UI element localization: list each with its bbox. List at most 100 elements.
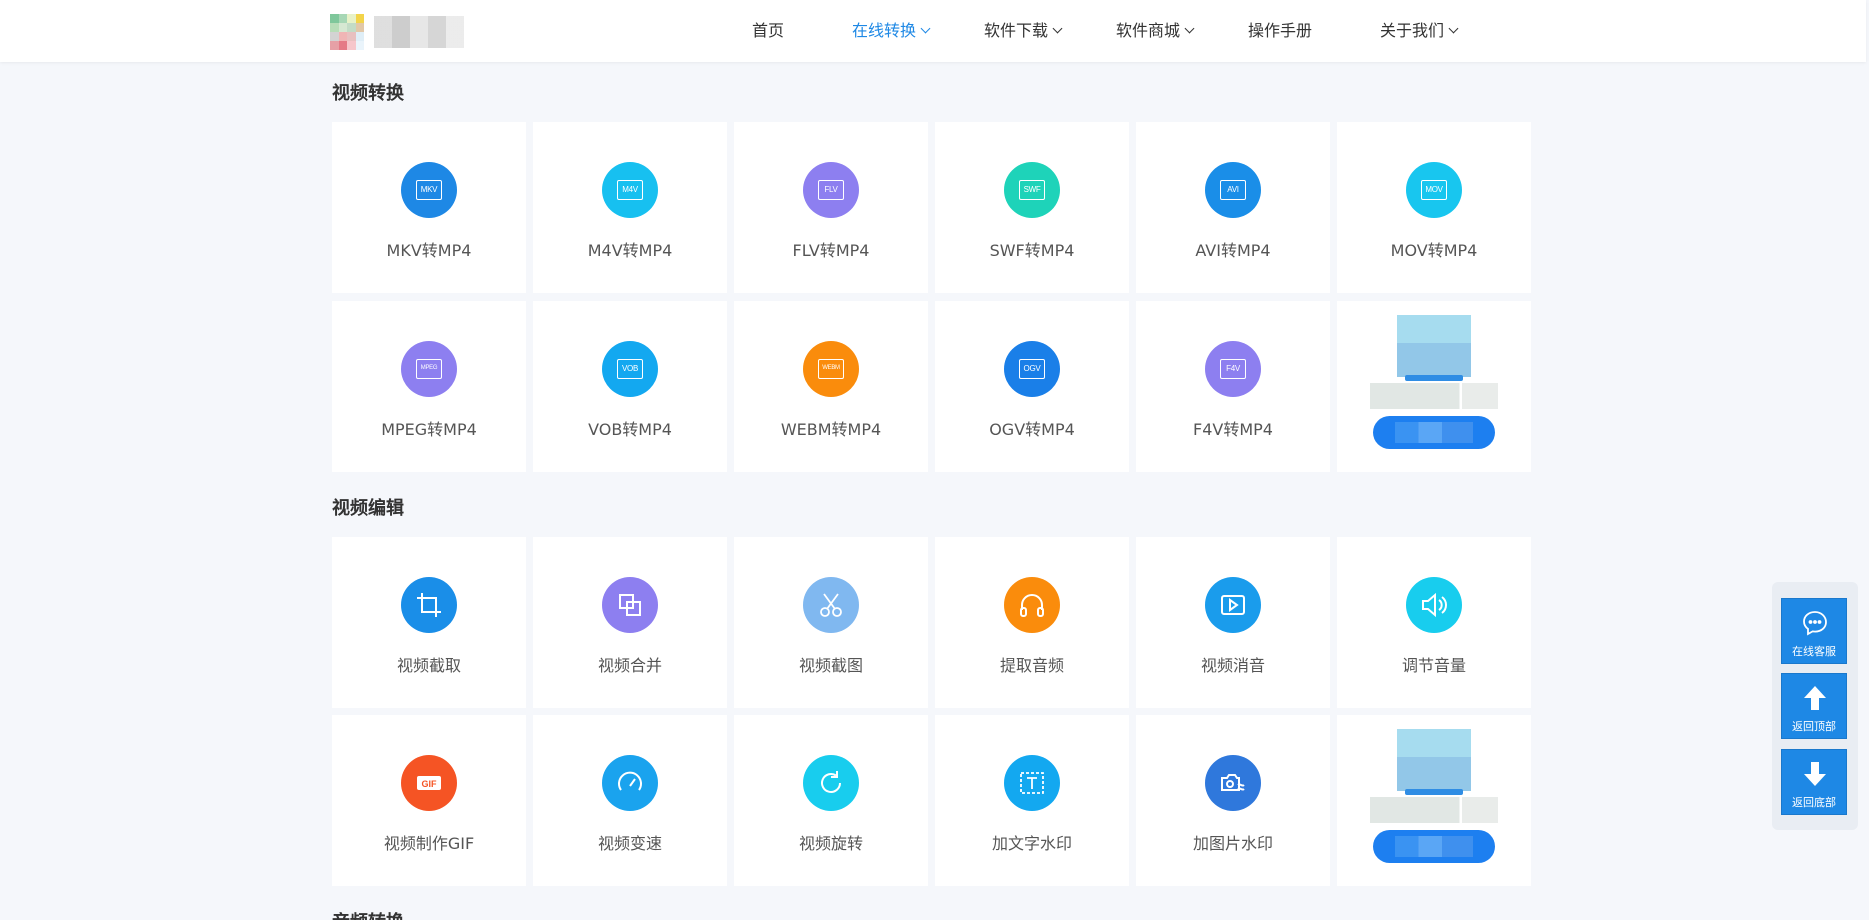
card-avi-to-mp4[interactable]: AVI AVI转MP4 <box>1136 122 1330 293</box>
card-flv-to-mp4[interactable]: FLV FLV转MP4 <box>734 122 928 293</box>
format-badge: SWF <box>1019 180 1045 200</box>
promo-button[interactable] <box>1373 830 1495 863</box>
video-convert-grid: MKV MKV转MP4 M4V M4V转MP4 FLV FLV转MP4 SWF … <box>332 122 1532 472</box>
format-badge: F4V <box>1220 359 1246 379</box>
nav-label: 软件商城 <box>1116 21 1181 40</box>
card-label: MKV转MP4 <box>386 241 472 260</box>
card-label: FLV转MP4 <box>792 241 870 260</box>
mov-icon: MOV <box>1406 162 1462 218</box>
ogv-icon: OGV <box>1004 341 1060 397</box>
card-label: F4V转MP4 <box>1193 420 1273 439</box>
promo-button[interactable] <box>1373 416 1495 449</box>
floating-sidebar: 在线客服 返回顶部 返回底部 <box>1772 582 1858 830</box>
card-label: 调节音量 <box>1401 656 1466 675</box>
card-label: 视频变速 <box>597 834 662 853</box>
format-badge: WEBM <box>818 359 844 379</box>
chat-icon <box>1803 611 1827 636</box>
format-badge: MKV <box>416 180 442 200</box>
logo-mark <box>330 14 364 50</box>
card-label: M4V转MP4 <box>587 241 673 260</box>
card-label: 视频合并 <box>597 656 662 675</box>
promo-card-blurred[interactable] <box>1337 715 1531 886</box>
promo-image <box>1397 729 1471 795</box>
card-label: 加图片水印 <box>1192 834 1273 853</box>
chevron-down-icon <box>1184 23 1195 34</box>
nav-item-software-download[interactable]: 软件下载 <box>984 0 1063 62</box>
arrow-down-icon <box>1804 762 1826 786</box>
card-video-screenshot[interactable]: 视频截图 <box>734 537 928 708</box>
card-video-speed[interactable]: 视频变速 <box>533 715 727 886</box>
rotate-icon <box>803 755 859 811</box>
chevron-down-icon <box>1052 23 1063 34</box>
card-video-to-gif[interactable]: GIF 视频制作GIF <box>332 715 526 886</box>
nav-item-software-store[interactable]: 软件商城 <box>1116 0 1195 62</box>
card-video-merge[interactable]: 视频合并 <box>533 537 727 708</box>
card-vob-to-mp4[interactable]: VOB VOB转MP4 <box>533 301 727 472</box>
back-to-bottom-button[interactable]: 返回底部 <box>1781 749 1847 815</box>
card-label: MOV转MP4 <box>1390 241 1478 260</box>
card-label: AVI转MP4 <box>1195 241 1271 260</box>
video-edit-grid: 视频截取 视频合并 视频截图 提取音频 视频消音 调节音量 GIF 视频制作GI… <box>332 537 1532 887</box>
back-to-bottom-label: 返回底部 <box>1792 796 1836 809</box>
scissors-icon <box>803 577 859 633</box>
card-mpeg-to-mp4[interactable]: MPEG MPEG转MP4 <box>332 301 526 472</box>
nav-label: 操作手册 <box>1248 21 1313 40</box>
card-extract-audio[interactable]: 提取音频 <box>935 537 1129 708</box>
nav-item-home[interactable]: 首页 <box>752 0 784 62</box>
nav-item-online-convert[interactable]: 在线转换 <box>852 0 931 62</box>
flv-icon: FLV <box>803 162 859 218</box>
nav-label: 关于我们 <box>1380 21 1445 40</box>
card-f4v-to-mp4[interactable]: F4V F4V转MP4 <box>1136 301 1330 472</box>
card-mov-to-mp4[interactable]: MOV MOV转MP4 <box>1337 122 1531 293</box>
mpeg-icon: MPEG <box>401 341 457 397</box>
image-watermark-icon <box>1205 755 1261 811</box>
swf-icon: SWF <box>1004 162 1060 218</box>
text-watermark-icon <box>1004 755 1060 811</box>
card-m4v-to-mp4[interactable]: M4V M4V转MP4 <box>533 122 727 293</box>
format-badge: OGV <box>1019 359 1045 379</box>
headphones-icon <box>1004 577 1060 633</box>
arrow-up-icon <box>1804 686 1826 710</box>
volume-icon <box>1406 577 1462 633</box>
card-video-crop[interactable]: 视频截取 <box>332 537 526 708</box>
card-text-watermark[interactable]: 加文字水印 <box>935 715 1129 886</box>
nav-label: 软件下载 <box>984 21 1049 40</box>
promo-text-blurred <box>1370 383 1498 409</box>
nav-item-manual[interactable]: 操作手册 <box>1248 0 1312 62</box>
chevron-down-icon <box>920 23 931 34</box>
promo-card-blurred[interactable] <box>1337 301 1531 472</box>
vob-icon: VOB <box>602 341 658 397</box>
chevron-down-icon <box>1448 23 1459 34</box>
card-video-rotate[interactable]: 视频旋转 <box>734 715 928 886</box>
webm-icon: WEBM <box>803 341 859 397</box>
customer-service-label: 在线客服 <box>1792 645 1836 658</box>
card-ogv-to-mp4[interactable]: OGV OGV转MP4 <box>935 301 1129 472</box>
play-icon <box>1205 577 1261 633</box>
card-image-watermark[interactable]: 加图片水印 <box>1136 715 1330 886</box>
nav-label: 首页 <box>752 21 785 40</box>
back-to-top-label: 返回顶部 <box>1792 720 1836 733</box>
card-mkv-to-mp4[interactable]: MKV MKV转MP4 <box>332 122 526 293</box>
card-label: 视频制作GIF <box>383 834 475 853</box>
card-webm-to-mp4[interactable]: WEBM WEBM转MP4 <box>734 301 928 472</box>
card-label: 视频截图 <box>798 656 863 675</box>
card-swf-to-mp4[interactable]: SWF SWF转MP4 <box>935 122 1129 293</box>
f4v-icon: F4V <box>1205 341 1261 397</box>
format-badge: FLV <box>818 180 844 200</box>
section-title-audio-convert: 音频转换 <box>332 908 404 920</box>
card-label: MPEG转MP4 <box>381 420 477 439</box>
m4v-icon: M4V <box>602 162 658 218</box>
avi-icon: AVI <box>1205 162 1261 218</box>
card-video-mute[interactable]: 视频消音 <box>1136 537 1330 708</box>
card-adjust-volume[interactable]: 调节音量 <box>1337 537 1531 708</box>
customer-service-button[interactable]: 在线客服 <box>1781 598 1847 664</box>
nav-label: 在线转换 <box>852 21 917 40</box>
back-to-top-button[interactable]: 返回顶部 <box>1781 673 1847 739</box>
promo-image <box>1397 315 1471 381</box>
site-logo[interactable] <box>330 14 468 50</box>
card-label: SWF转MP4 <box>989 241 1075 260</box>
card-label: 视频截取 <box>396 656 461 675</box>
nav-item-about[interactable]: 关于我们 <box>1380 0 1459 62</box>
format-badge: MOV <box>1421 180 1447 200</box>
mkv-icon: MKV <box>401 162 457 218</box>
